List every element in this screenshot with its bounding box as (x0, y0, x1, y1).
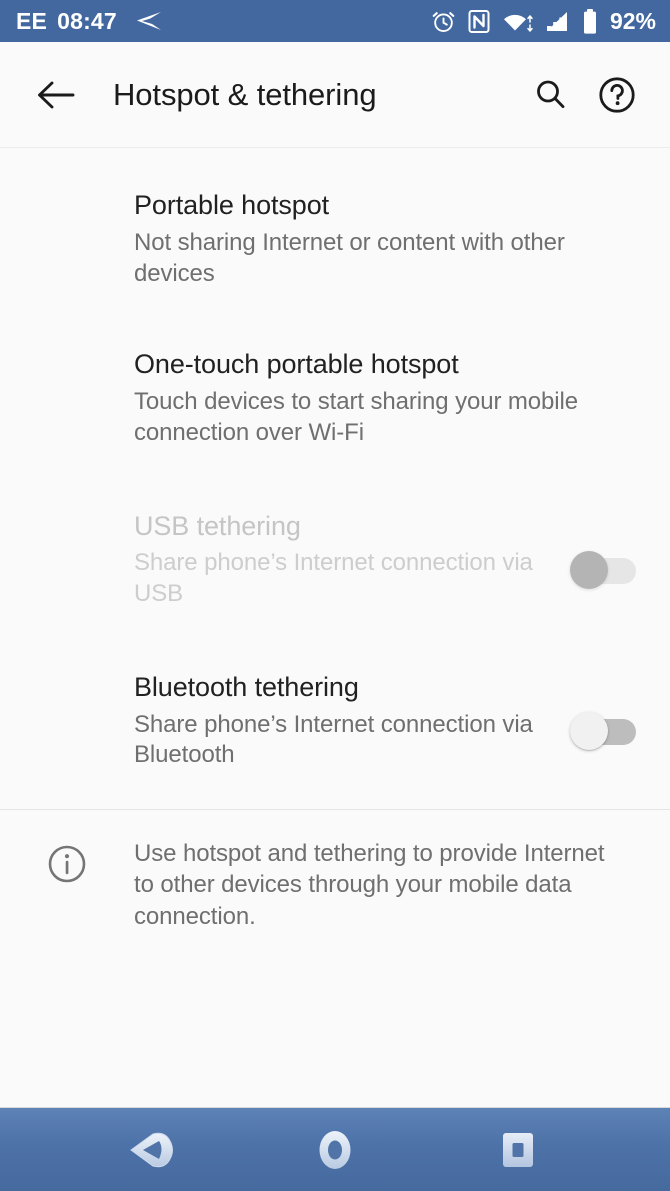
app-bar: Hotspot & tethering (0, 42, 670, 148)
pref-subtitle: Not sharing Internet or content with oth… (134, 228, 565, 287)
pref-one-touch-portable-hotspot[interactable]: One-touch portable hotspot Touch devices… (0, 289, 670, 448)
bluetooth-tethering-toggle[interactable] (570, 711, 636, 750)
footer-info: Use hotspot and tethering to provide Int… (0, 810, 670, 932)
pref-subtitle: Share phone’s Internet connection via US… (134, 549, 533, 608)
cellular-signal-icon (545, 9, 571, 34)
battery-percent-label: 92% (609, 7, 656, 34)
status-bar: EE 08:47 92% (0, 0, 670, 42)
home-nav-button[interactable] (290, 1115, 380, 1185)
page-title: Hotspot & tethering (113, 76, 377, 112)
alarm-icon (431, 9, 456, 34)
info-icon-cell (0, 838, 134, 891)
info-icon (45, 842, 89, 891)
pref-toggle-cell (566, 511, 640, 589)
toggle-thumb (570, 550, 608, 589)
search-icon[interactable] (524, 68, 578, 122)
toggle-thumb (570, 711, 608, 750)
pref-text-group: USB tethering Share phone’s Internet con… (134, 511, 566, 610)
back-nav-button[interactable] (107, 1115, 197, 1185)
recents-nav-button[interactable] (473, 1115, 563, 1185)
phone-screen: EE 08:47 92% Hotspot & tethering Portabl… (0, 0, 670, 1191)
back-arrow-icon[interactable] (30, 69, 82, 121)
status-bar-left: EE 08:47 (16, 7, 163, 34)
pref-text-group: Bluetooth tethering Share phone’s Intern… (134, 672, 566, 771)
help-icon[interactable] (590, 68, 644, 122)
pref-title: One-touch portable hotspot (134, 349, 459, 380)
pref-text-group: Portable hotspot Not sharing Internet or… (134, 190, 640, 289)
pref-usb-tethering: USB tethering Share phone’s Internet con… (0, 449, 670, 610)
usb-tethering-toggle (570, 550, 636, 589)
battery-icon (582, 8, 598, 35)
status-bar-right: 92% (431, 8, 656, 35)
pref-subtitle: Touch devices to start sharing your mobi… (134, 388, 579, 446)
pref-subtitle: Share phone’s Internet connection via Bl… (134, 710, 533, 769)
settings-list: Portable hotspot Not sharing Internet or… (0, 148, 670, 1107)
nfc-icon (467, 9, 491, 34)
send-arrow-icon (133, 10, 163, 32)
pref-title: USB tethering (134, 510, 301, 541)
pref-bluetooth-tethering[interactable]: Bluetooth tethering Share phone’s Intern… (0, 610, 670, 771)
wifi-icon (502, 9, 534, 34)
clock-label: 08:47 (57, 7, 117, 34)
carrier-label: EE (16, 7, 48, 34)
pref-title: Portable hotspot (134, 190, 330, 220)
navigation-bar (0, 1107, 670, 1191)
pref-text-group: One-touch portable hotspot Touch devices… (134, 349, 640, 448)
footer-info-text: Use hotspot and tethering to provide Int… (134, 840, 605, 930)
pref-title: Bluetooth tethering (134, 671, 359, 702)
pref-toggle-cell (566, 672, 640, 750)
pref-portable-hotspot[interactable]: Portable hotspot Not sharing Internet or… (0, 148, 670, 289)
